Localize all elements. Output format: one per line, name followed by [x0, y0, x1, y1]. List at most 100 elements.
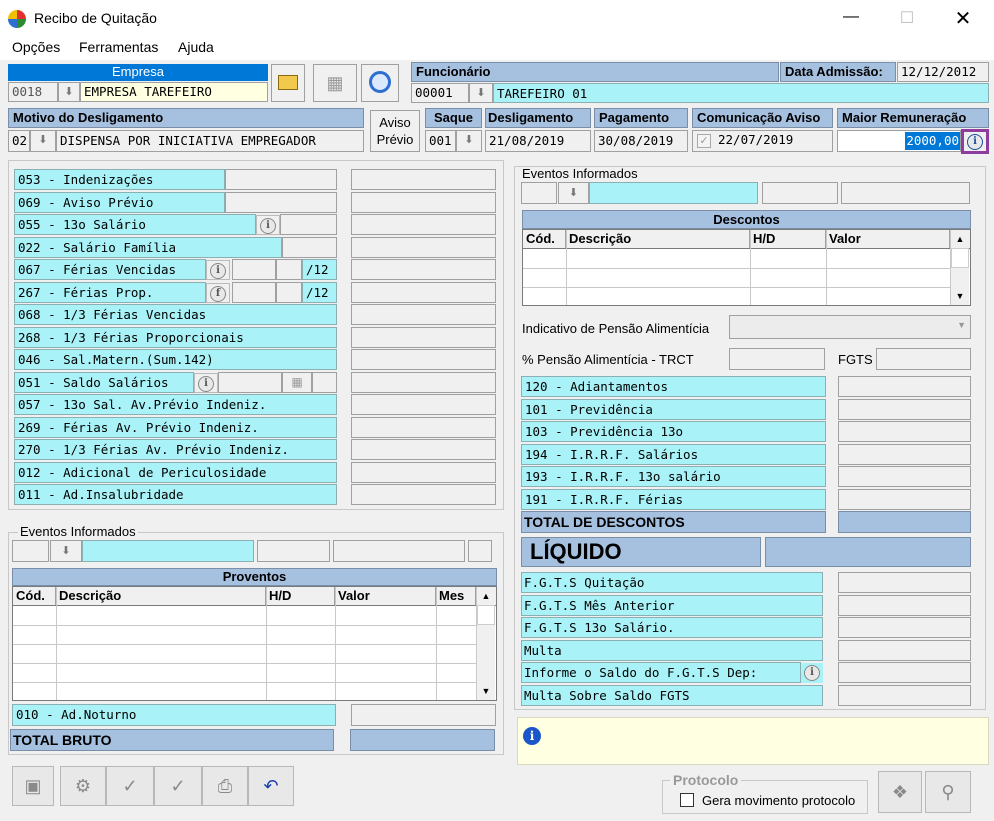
- funcionario-code-field[interactable]: 00001: [411, 83, 469, 103]
- menu-opcoes[interactable]: Opções: [12, 39, 60, 55]
- print-button[interactable]: ⎙: [202, 766, 248, 806]
- proventos-item[interactable]: 068 - 1/3 Férias Vencidas: [14, 304, 337, 325]
- proventos-value-field[interactable]: [351, 214, 496, 235]
- proventos-ref-field[interactable]: [280, 214, 337, 235]
- fgts-item[interactable]: Multa: [521, 639, 823, 661]
- maior-remuneracao-info-button[interactable]: i: [961, 129, 989, 154]
- proventos-value-field[interactable]: [351, 394, 496, 415]
- descontos-item[interactable]: 194 - I.R.R.F. Salários: [521, 443, 826, 465]
- undo-button[interactable]: ↶: [248, 766, 294, 806]
- fgts-value-field[interactable]: [838, 684, 971, 706]
- fgts-value-field[interactable]: [838, 594, 971, 616]
- eventos-left-valor[interactable]: [333, 540, 465, 562]
- eventos-right-dropdown[interactable]: ⬇: [558, 182, 589, 204]
- maximize-button[interactable]: ☐: [892, 8, 922, 28]
- proventos-ref-field[interactable]: [225, 191, 337, 213]
- empresa-code-field[interactable]: 0018: [8, 82, 58, 102]
- descontos-value-field[interactable]: [838, 398, 971, 420]
- comunicacao-checkbox[interactable]: ✓: [697, 134, 711, 148]
- maior-remuneracao-input[interactable]: 2000,00: [837, 130, 961, 152]
- proventos-item[interactable]: 055 - 13o Salário: [14, 214, 256, 235]
- calculator-icon[interactable]: i: [256, 215, 280, 235]
- ferias-months-field[interactable]: [232, 281, 276, 303]
- funcionario-dropdown-button[interactable]: ⬇: [469, 83, 493, 103]
- menu-ajuda[interactable]: Ajuda: [178, 39, 214, 55]
- proventos-value-field[interactable]: [351, 439, 496, 460]
- descontos-item[interactable]: 191 - I.R.R.F. Férias: [521, 488, 826, 510]
- eventos-right-hd[interactable]: [762, 182, 838, 204]
- proventos-item[interactable]: 069 - Aviso Prévio: [14, 191, 225, 213]
- eventos-left-dropdown[interactable]: ⬇: [50, 540, 82, 562]
- eventos-left-desc[interactable]: [82, 540, 254, 562]
- search-preview-button[interactable]: [361, 64, 399, 102]
- proventos-value-field[interactable]: [351, 461, 496, 483]
- close-button[interactable]: ✕: [948, 6, 978, 30]
- eventos-left-hd[interactable]: [257, 540, 330, 562]
- proventos-item[interactable]: 067 - Férias Vencidas: [14, 259, 206, 280]
- protocolo-search-button[interactable]: ⚲: [925, 771, 971, 813]
- proventos-item[interactable]: 268 - 1/3 Férias Proporcionais: [14, 326, 337, 348]
- pensao-pct-field[interactable]: [729, 348, 825, 370]
- proventos-item[interactable]: 057 - 13o Sal. Av.Prévio Indeniz.: [14, 394, 337, 415]
- saque-field[interactable]: 001: [425, 130, 456, 152]
- proventos-item[interactable]: 012 - Adicional de Periculosidade: [14, 461, 337, 483]
- proventos-value-field[interactable]: [351, 484, 496, 505]
- calculator-icon[interactable]: i: [194, 372, 218, 393]
- comunicacao-field[interactable]: 22/07/2019: [718, 132, 793, 147]
- proventos-item[interactable]: 053 - Indenizações: [14, 169, 225, 190]
- proventos-item[interactable]: 269 - Férias Av. Prévio Indeniz.: [14, 416, 337, 438]
- empresa-name-field[interactable]: EMPRESA TAREFEIRO: [80, 82, 268, 102]
- confirm-button[interactable]: ✓: [106, 766, 154, 806]
- saldo-days-field[interactable]: [218, 371, 282, 393]
- proventos-value-field[interactable]: [351, 236, 496, 258]
- saldo-extra-field[interactable]: [312, 371, 337, 393]
- proventos-value-field[interactable]: [351, 281, 496, 303]
- settings-button[interactable]: ⚙: [60, 766, 106, 806]
- ferias-count-field[interactable]: [276, 281, 302, 303]
- protocolo-action-button[interactable]: ❖: [878, 771, 922, 813]
- proventos-item[interactable]: 051 - Saldo Salários: [14, 371, 194, 393]
- proventos-value-field[interactable]: [351, 304, 496, 325]
- proventos-value-field[interactable]: [351, 191, 496, 213]
- proventos-value-field[interactable]: [351, 169, 496, 190]
- fgts-value-field[interactable]: [838, 572, 971, 593]
- empresa-dropdown-button[interactable]: ⬇: [58, 82, 80, 102]
- fgts-value-field[interactable]: [838, 639, 971, 661]
- funcionario-name-field[interactable]: TAREFEIRO 01: [493, 83, 989, 103]
- proventos-item[interactable]: 267 - Férias Prop.: [14, 281, 206, 303]
- ad-noturno-value[interactable]: [351, 704, 496, 726]
- fgts-item[interactable]: F.G.T.S Quitação: [521, 572, 823, 593]
- menu-ferramentas[interactable]: Ferramentas: [79, 39, 158, 55]
- descontos-value-field[interactable]: [838, 443, 971, 465]
- ferias-months-field[interactable]: [232, 259, 276, 280]
- proventos-value-field[interactable]: [351, 326, 496, 348]
- scroll-up-icon[interactable]: ▲: [477, 587, 495, 605]
- pagamento-field[interactable]: 30/08/2019: [594, 130, 688, 152]
- ad-noturno-item[interactable]: 010 - Ad.Noturno: [12, 704, 336, 726]
- descontos-value-field[interactable]: [838, 488, 971, 510]
- eventos-right-desc[interactable]: [589, 182, 758, 204]
- proventos-value-field[interactable]: [351, 371, 496, 393]
- fgts-value-field[interactable]: [838, 617, 971, 638]
- descontos-item[interactable]: 103 - Previdência 13o: [521, 421, 826, 442]
- proventos-item[interactable]: 011 - Ad.Insalubridade: [14, 484, 337, 505]
- save-button[interactable]: ▣: [12, 766, 54, 806]
- calculator-icon[interactable]: f: [206, 282, 230, 303]
- descontos-item[interactable]: 193 - I.R.R.F. 13o salário: [521, 466, 826, 487]
- minimize-button[interactable]: —: [836, 8, 866, 28]
- fgts-field[interactable]: [876, 348, 971, 370]
- motivo-field[interactable]: DISPENSA POR INICIATIVA EMPREGADOR: [56, 130, 364, 152]
- descontos-scrollbar[interactable]: ▲ ▼: [950, 230, 969, 305]
- proventos-value-field[interactable]: [351, 259, 496, 280]
- pensao-indicativo-select[interactable]: ▼: [729, 315, 971, 339]
- ferias-count-field[interactable]: [276, 259, 302, 280]
- fgts-item[interactable]: F.G.T.S 13o Salário.: [521, 617, 823, 638]
- scroll-down-icon[interactable]: ▼: [951, 287, 969, 305]
- eventos-right-valor[interactable]: [841, 182, 970, 204]
- fgts-item[interactable]: F.G.T.S Mês Anterior: [521, 594, 823, 616]
- scroll-down-icon[interactable]: ▼: [477, 682, 495, 700]
- descontos-value-field[interactable]: [838, 421, 971, 442]
- eventos-right-code[interactable]: [521, 182, 557, 204]
- fgts-calc-button[interactable]: i: [801, 663, 823, 683]
- proventos-item[interactable]: 270 - 1/3 Férias Av. Prévio Indeniz.: [14, 439, 337, 460]
